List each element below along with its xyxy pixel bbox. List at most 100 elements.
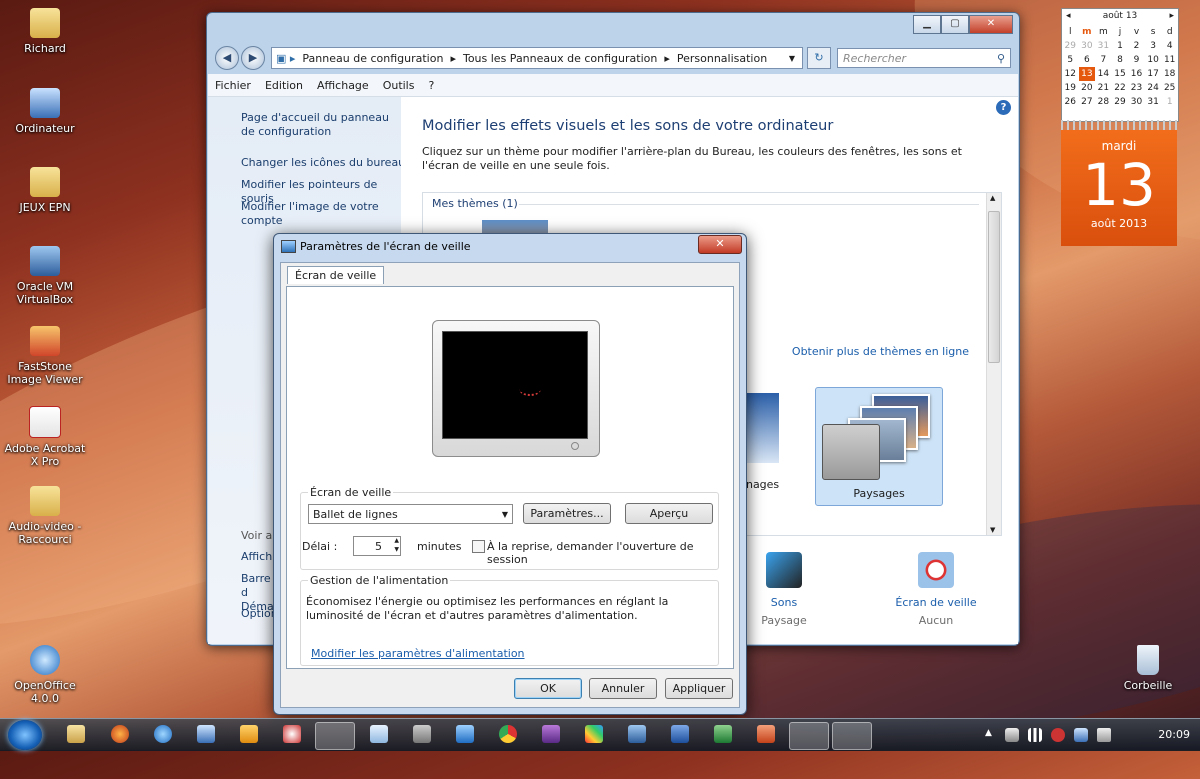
vm-icon[interactable] xyxy=(197,725,215,743)
theme-tile-paysages[interactable]: Paysages xyxy=(815,387,943,506)
calendar-day[interactable]: 29 xyxy=(1112,95,1129,109)
dialog-close-button[interactable]: ✕ xyxy=(698,235,742,254)
calendar-day[interactable]: 25 xyxy=(1161,81,1178,95)
explorer-icon[interactable] xyxy=(67,725,85,743)
archive-icon[interactable] xyxy=(542,725,560,743)
apply-button[interactable]: Appliquer xyxy=(665,678,733,699)
breadcrumb[interactable]: ▣ ▸ Panneau de configuration ▸ Tous les P… xyxy=(271,47,803,69)
image-viewer-icon[interactable] xyxy=(585,725,603,743)
nav-desktop-icons-link[interactable]: Changer les icônes du bureau xyxy=(241,156,406,170)
calendar-day[interactable]: 12 xyxy=(1062,67,1079,81)
calendar-day[interactable]: 26 xyxy=(1062,95,1079,109)
word-icon[interactable] xyxy=(671,725,689,743)
screensaver-select[interactable]: Ballet de lignes ▼ xyxy=(308,504,513,524)
cancel-button[interactable]: Annuler xyxy=(589,678,657,699)
taskbar-button-active[interactable] xyxy=(315,722,355,750)
help-icon[interactable]: ? xyxy=(996,100,1011,115)
forward-button[interactable]: ▶ xyxy=(241,46,265,70)
calendar-day[interactable]: 21 xyxy=(1095,81,1112,95)
desktop-icon-acrobat[interactable]: Adobe Acrobat X Pro xyxy=(0,406,90,468)
calendar-day[interactable]: 6 xyxy=(1079,53,1096,67)
calendar-day[interactable]: 5 xyxy=(1062,53,1079,67)
dropbox-icon[interactable] xyxy=(456,725,474,743)
flag-icon[interactable] xyxy=(1005,728,1019,742)
calendar-day[interactable]: 28 xyxy=(1095,95,1112,109)
paint-icon[interactable] xyxy=(283,725,301,743)
calendar-day[interactable]: 23 xyxy=(1128,81,1145,95)
minimize-button[interactable]: ▁ xyxy=(913,15,941,34)
menu-outils[interactable]: Outils xyxy=(376,79,422,92)
chrome-icon[interactable] xyxy=(499,725,517,743)
calendar-day[interactable]: 24 xyxy=(1145,81,1162,95)
settings-button[interactable]: Paramètres... xyxy=(523,503,611,524)
scrollbar-thumb[interactable] xyxy=(988,211,1000,363)
themes-scrollbar[interactable]: ▼ ▲ xyxy=(986,193,1001,535)
media-player-icon[interactable] xyxy=(240,725,258,743)
desktop-icon-jeux[interactable]: JEUX EPN xyxy=(0,167,90,214)
calendar-day[interactable]: 1 xyxy=(1112,39,1129,53)
calendar-day[interactable]: 31 xyxy=(1145,95,1162,109)
antivirus-icon[interactable] xyxy=(1051,728,1065,742)
calendar-day[interactable]: 30 xyxy=(1079,39,1096,53)
tab-screensaver[interactable]: Écran de veille xyxy=(287,266,385,284)
back-button[interactable]: ◀ xyxy=(215,46,239,70)
scroll-down-arrow[interactable]: ▼ xyxy=(990,526,995,534)
calendar-day[interactable]: 3 xyxy=(1145,39,1162,53)
scroll-up-arrow[interactable]: ▲ xyxy=(990,194,995,202)
battery-icon[interactable] xyxy=(1074,728,1088,742)
network-icon[interactable] xyxy=(1028,728,1042,742)
calendar-day[interactable]: 19 xyxy=(1062,81,1079,95)
calendar-day[interactable]: 16 xyxy=(1128,67,1145,81)
ok-button[interactable]: OK xyxy=(514,678,582,699)
calendar-day[interactable]: 15 xyxy=(1112,67,1129,81)
taskbar-button-control-panel[interactable] xyxy=(789,722,829,750)
desktop-icon-audio-video[interactable]: Audio-video - Raccourci xyxy=(0,486,90,546)
taskbar-clock[interactable]: 20:09 xyxy=(1158,728,1190,741)
stepper-up-icon[interactable]: ▲ xyxy=(394,537,399,544)
refresh-button[interactable]: ↻ xyxy=(807,47,831,69)
chevron-down-icon[interactable]: ▼ xyxy=(789,54,795,63)
calendar-day[interactable]: 2 xyxy=(1128,39,1145,53)
calendar-day[interactable]: 18 xyxy=(1161,67,1178,81)
powerpoint-icon[interactable] xyxy=(757,725,775,743)
calendar-day[interactable]: 27 xyxy=(1079,95,1096,109)
excel-icon[interactable] xyxy=(714,725,732,743)
calendar-day[interactable]: 20 xyxy=(1079,81,1096,95)
close-button[interactable]: ✕ xyxy=(969,15,1013,34)
calendar-day[interactable]: 4 xyxy=(1161,39,1178,53)
menu-affichage[interactable]: Affichage xyxy=(310,79,376,92)
virtualbox-icon[interactable] xyxy=(628,725,646,743)
resume-checkbox[interactable] xyxy=(472,540,485,553)
calendar-day-today[interactable]: 13 xyxy=(1078,67,1096,81)
internet-explorer-icon[interactable] xyxy=(154,725,172,743)
breadcrumb-item[interactable]: Tous les Panneaux de configuration xyxy=(463,52,657,65)
nav-account-picture-link[interactable]: Modifier l'image de votre compte xyxy=(241,200,381,228)
app-icon[interactable] xyxy=(413,725,431,743)
chevron-right-icon[interactable]: ▸ xyxy=(1169,11,1174,21)
screensaver-link[interactable]: Écran de veille Aucun xyxy=(881,552,991,627)
desktop-icon-recycle-bin[interactable]: Corbeille xyxy=(1103,645,1193,692)
calendar-day[interactable]: 22 xyxy=(1112,81,1129,95)
firefox-icon[interactable] xyxy=(111,725,129,743)
maximize-button[interactable]: ▢ xyxy=(941,15,969,34)
breadcrumb-item[interactable]: Personnalisation xyxy=(677,52,767,65)
menu-fichier[interactable]: Fichier xyxy=(208,79,258,92)
start-button[interactable] xyxy=(8,720,42,750)
desktop-icon-openoffice[interactable]: OpenOffice 4.0.0 xyxy=(0,645,90,705)
show-hidden-icons-button[interactable]: ▲ xyxy=(985,728,992,738)
breadcrumb-item[interactable]: Panneau de configuration xyxy=(302,52,443,65)
desktop-icon-richard[interactable]: Richard xyxy=(0,8,90,55)
volume-icon[interactable] xyxy=(1097,728,1111,742)
stepper-down-icon[interactable]: ▼ xyxy=(394,546,399,553)
search-input[interactable]: Rechercher ⚲ xyxy=(837,48,1011,68)
preview-button[interactable]: Aperçu xyxy=(625,503,713,524)
calendar-day[interactable]: 11 xyxy=(1161,53,1178,67)
menu-edition[interactable]: Edition xyxy=(258,79,310,92)
calendar-day-page[interactable]: mardi 13 août 2013 xyxy=(1061,130,1177,246)
delay-stepper[interactable]: 5 ▲ ▼ xyxy=(353,536,401,556)
resume-label[interactable]: À la reprise, demander l'ouverture de se… xyxy=(487,540,718,566)
calendar-day[interactable]: 9 xyxy=(1128,53,1145,67)
calendar-day[interactable]: 30 xyxy=(1128,95,1145,109)
desktop-icon-computer[interactable]: Ordinateur xyxy=(0,88,90,135)
calendar-day[interactable]: 29 xyxy=(1062,39,1079,53)
